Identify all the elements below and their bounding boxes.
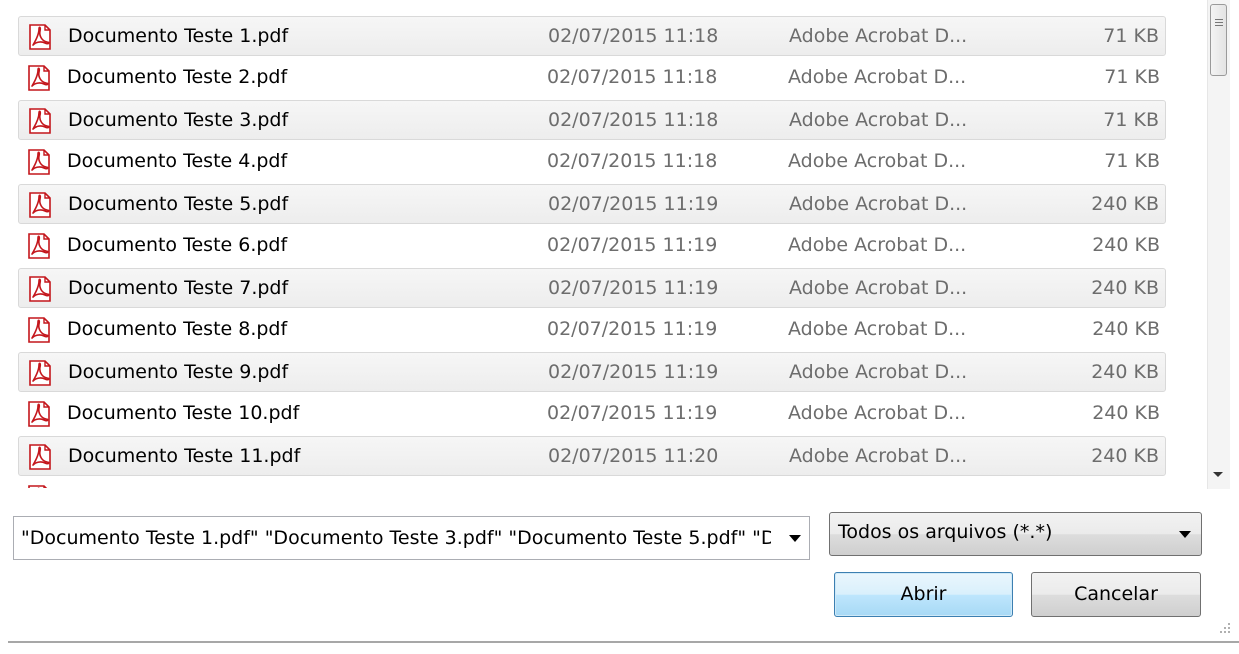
file-name: Documento Teste 3.pdf (68, 109, 289, 131)
file-row[interactable]: Documento Teste 7.pdf 02/07/2015 11:19 Ado… (18, 268, 1166, 308)
file-type: Adobe Acrobat D... (789, 445, 968, 467)
file-size: 240 KB (1092, 318, 1160, 340)
file-name-combobox[interactable]: "Documento Teste 1.pdf" "Documento Teste… (13, 516, 810, 560)
resize-grip-icon[interactable] (1216, 619, 1232, 635)
file-date-modified: 02/07/2015 11:19 (547, 318, 718, 340)
file-list[interactable]: Documento Teste 1.pdf 02/07/2015 11:18 Ado… (0, 0, 1207, 489)
file-name: Documento Teste 11.pdf (68, 445, 301, 467)
file-size: 240 KB (1091, 193, 1159, 215)
dialog-bottom-panel: "Documento Teste 1.pdf" "Documento Teste… (0, 489, 1239, 642)
file-name-dropdown-arrow-icon[interactable] (789, 535, 801, 542)
file-name: Documento Teste 5.pdf (68, 193, 289, 215)
scrollbar-grip-icon (1215, 19, 1223, 20)
pdf-file-icon (27, 192, 53, 218)
scroll-down-arrow-icon[interactable] (1213, 472, 1223, 477)
file-row[interactable]: Documento Teste 10.pdf 02/07/2015 11:19 Ad… (18, 394, 1166, 434)
file-row[interactable]: Documento Teste 8.pdf 02/07/2015 11:19 Ado… (18, 310, 1166, 350)
file-type-dropdown-arrow-icon (1179, 531, 1191, 538)
file-name: Documento Teste 1.pdf (68, 25, 289, 47)
file-date-modified: 02/07/2015 11:18 (548, 109, 719, 131)
pdf-file-icon (26, 485, 52, 488)
file-row[interactable]: Documento Teste 2.pdf 02/07/2015 11:18 Ado… (18, 58, 1166, 98)
file-name: Documento Teste 2.pdf (67, 66, 288, 88)
file-date-modified: 02/07/2015 11:19 (547, 402, 718, 424)
file-type: Adobe Acrobat D... (788, 402, 967, 424)
file-name: Documento Teste 10.pdf (67, 402, 300, 424)
pdf-file-icon (26, 233, 52, 259)
file-date-modified: 02/07/2015 11:19 (548, 193, 719, 215)
vertical-scrollbar[interactable] (1207, 0, 1230, 489)
file-row[interactable]: Documento Teste 1.pdf 02/07/2015 11:18 Ado… (18, 16, 1166, 56)
file-size: 240 KB (1092, 234, 1160, 256)
file-type: Adobe Acrobat D... (788, 150, 967, 172)
file-date-modified: 02/07/2015 11:18 (547, 150, 718, 172)
file-row[interactable]: Documento Teste 11.pdf 02/07/2015 11:20 Ad… (18, 436, 1166, 476)
file-type: Adobe Acrobat D... (789, 25, 968, 47)
dialog-bottom-border (8, 641, 1239, 643)
pdf-file-icon (27, 360, 53, 386)
file-row[interactable]: Documento Teste 9.pdf 02/07/2015 11:19 Ado… (18, 352, 1166, 392)
file-type: Adobe Acrobat D... (788, 318, 967, 340)
file-type: Adobe Acrobat D... (788, 66, 967, 88)
file-row[interactable]: Documento Teste 6.pdf 02/07/2015 11:19 Ado… (18, 226, 1166, 266)
file-type: Adobe Acrobat D... (789, 361, 968, 383)
file-type: Adobe Acrobat D... (789, 193, 968, 215)
file-size: 240 KB (1092, 402, 1160, 424)
file-date-modified: 02/07/2015 11:18 (548, 25, 719, 47)
pdf-file-icon (26, 401, 52, 427)
file-size: 71 KB (1104, 66, 1160, 88)
file-type: Adobe Acrobat D... (788, 234, 967, 256)
pdf-file-icon (27, 276, 53, 302)
file-name: Documento Teste 4.pdf (67, 150, 288, 172)
pdf-file-icon (26, 65, 52, 91)
file-type: Adobe Acrobat D... (789, 109, 968, 131)
scrollbar-thumb[interactable] (1210, 4, 1227, 76)
pdf-file-icon (27, 24, 53, 50)
file-name: Documento Teste 6.pdf (67, 234, 288, 256)
pdf-file-icon (27, 108, 53, 134)
file-row[interactable]: Documento Teste 4.pdf 02/07/2015 11:18 Ado… (18, 142, 1166, 182)
file-size: 240 KB (1091, 445, 1159, 467)
file-size: 240 KB (1091, 277, 1159, 299)
file-size: 240 KB (1091, 361, 1159, 383)
file-date-modified: 02/07/2015 11:19 (548, 361, 719, 383)
file-date-modified: 02/07/2015 11:19 (548, 277, 719, 299)
cancel-button[interactable]: Cancelar (1031, 572, 1201, 617)
file-date-modified: 02/07/2015 11:20 (548, 445, 719, 467)
file-type-filter-value: Todos os arquivos (*.*) (838, 521, 1053, 543)
file-name: Documento Teste 8.pdf (67, 318, 288, 340)
file-name-input[interactable]: "Documento Teste 1.pdf" "Documento Teste… (21, 527, 771, 549)
file-type: Adobe Acrobat D... (789, 277, 968, 299)
pdf-file-icon (27, 444, 53, 470)
pdf-file-icon (26, 317, 52, 343)
file-size: 71 KB (1103, 25, 1159, 47)
file-row-partial[interactable] (18, 478, 1166, 488)
file-date-modified: 02/07/2015 11:19 (547, 234, 718, 256)
pdf-file-icon (26, 149, 52, 175)
file-name: Documento Teste 9.pdf (68, 361, 289, 383)
file-type-filter-select[interactable]: Todos os arquivos (*.*) (829, 512, 1202, 556)
open-button[interactable]: Abrir (834, 572, 1013, 617)
file-size: 71 KB (1103, 109, 1159, 131)
file-name: Documento Teste 7.pdf (68, 277, 289, 299)
file-size: 71 KB (1104, 150, 1160, 172)
file-row[interactable]: Documento Teste 5.pdf 02/07/2015 11:19 Ado… (18, 184, 1166, 224)
file-date-modified: 02/07/2015 11:18 (547, 66, 718, 88)
file-row[interactable]: Documento Teste 3.pdf 02/07/2015 11:18 Ado… (18, 100, 1166, 140)
